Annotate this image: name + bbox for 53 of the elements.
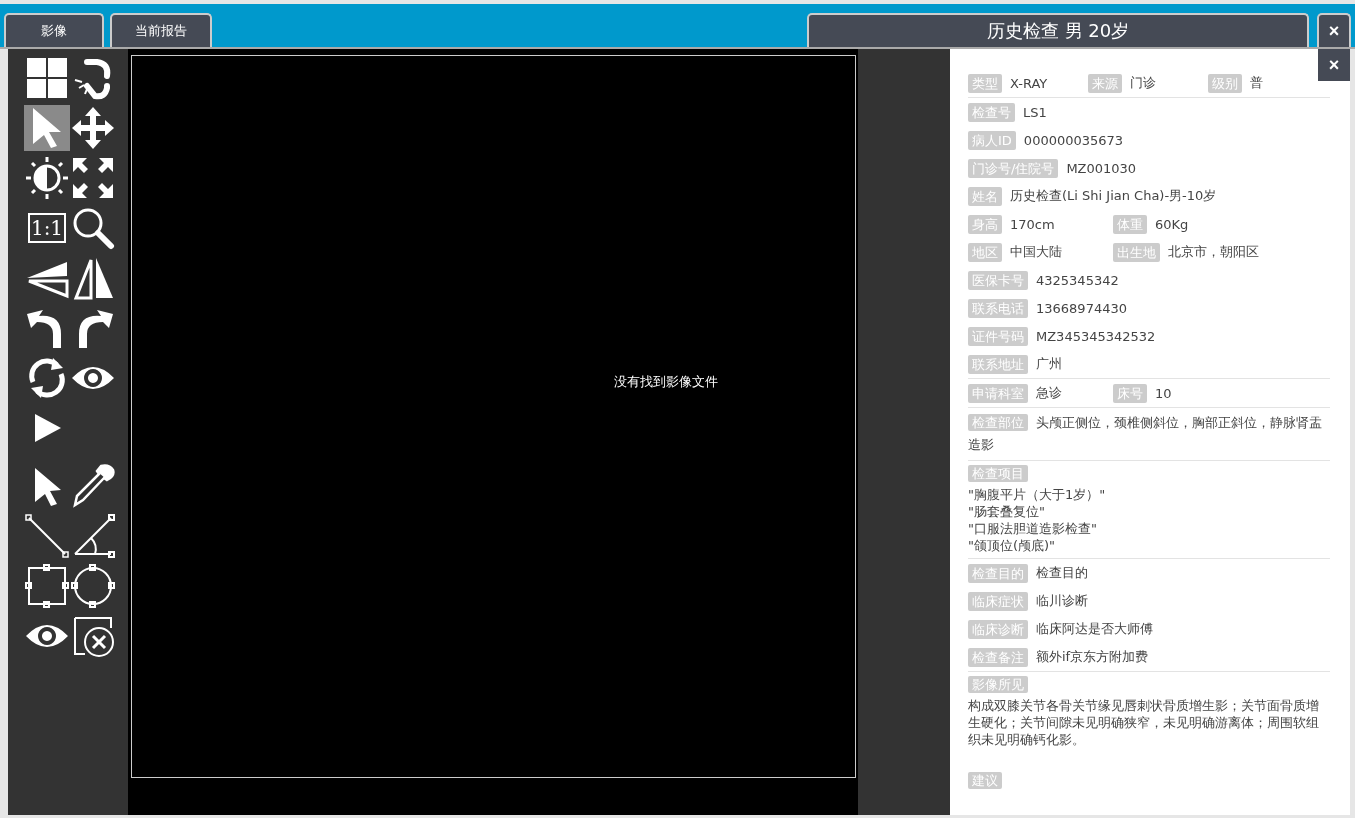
pencil-icon [71,464,115,508]
close-button[interactable]: × [1318,49,1350,81]
search-icon [71,206,115,250]
field-value: MZ001030 [1066,160,1137,176]
grid-tool-button[interactable] [24,55,70,101]
one-to-one-icon: 1:1 [27,213,67,243]
field-value: 检查目的 [1036,564,1088,582]
field-value: 13668974430 [1036,300,1127,316]
field-value: 临床阿达是否大师傅 [1036,620,1153,638]
tab[interactable]: 当前报告 [110,13,212,47]
field-value: 普 [1250,74,1263,92]
delete-shape-icon [71,614,115,658]
list-line: "口服法胆道造影检查" [968,520,1098,537]
field-value: 4325345342 [1036,272,1119,288]
flip-vertical-icon [71,256,115,300]
field-value: 门诊 [1130,74,1156,92]
field-value: MZ345345342532 [1036,328,1156,344]
line-icon [25,514,69,558]
field-value: 60Kg [1155,216,1189,232]
list-line: "胸腹平片（大于1岁）" [968,486,1107,503]
tab[interactable]: 影像 [4,13,104,47]
field-value: 急诊 [1036,384,1062,402]
field-value: 170cm [1010,216,1055,232]
annotation-tool-button[interactable] [70,563,116,609]
field-value: X-RAY [1010,75,1048,91]
field-value: 历史检查(Li Shi Jian Cha)-男-10岁 [1010,187,1217,205]
move-tool-button[interactable] [70,105,116,151]
field-value: 中国大陆 [1010,243,1062,261]
field-value: 10 [1155,385,1172,401]
list-line: "肠套叠复位" [968,503,1046,520]
list-line: "颌顶位(颅底)" [968,537,1057,554]
field-value: 000000035673 [1023,132,1124,148]
circle-icon [71,564,115,608]
move-icon [71,106,115,150]
field-value: 额外if京东方附加费 [1036,648,1149,666]
no-image-message: 没有找到影像文件 [614,372,718,391]
study-title: 历史检查 男 20岁 [807,13,1309,47]
rectangle-icon [25,564,69,608]
field-value: LS1 [1023,104,1047,120]
bright-tool-button[interactable] [24,155,70,201]
annotation-tool-button[interactable] [24,513,70,559]
grid-icon [25,56,69,100]
findings-text: 构成双膝关节各骨关节缘见唇刺状骨质增生影；关节面骨质增生硬化；关节间隙未见明确狭窄，未见明确游离体；周围软组织未见明确钙化影。 [968,697,1320,748]
close-button[interactable]: × [1317,13,1351,47]
ratio-tool-button[interactable]: 1:1 [24,205,70,251]
field-value: 临川诊断 [1036,592,1088,610]
brightness-icon [25,156,69,200]
field-value: 北京市，朝阳区 [1168,243,1259,261]
fit-tool-button[interactable] [70,155,116,201]
field-value: 广州 [1036,355,1062,373]
annotation-tool-button[interactable] [70,463,116,509]
expand-arrows-icon [71,156,115,200]
annotation-tool-button[interactable] [24,563,70,609]
